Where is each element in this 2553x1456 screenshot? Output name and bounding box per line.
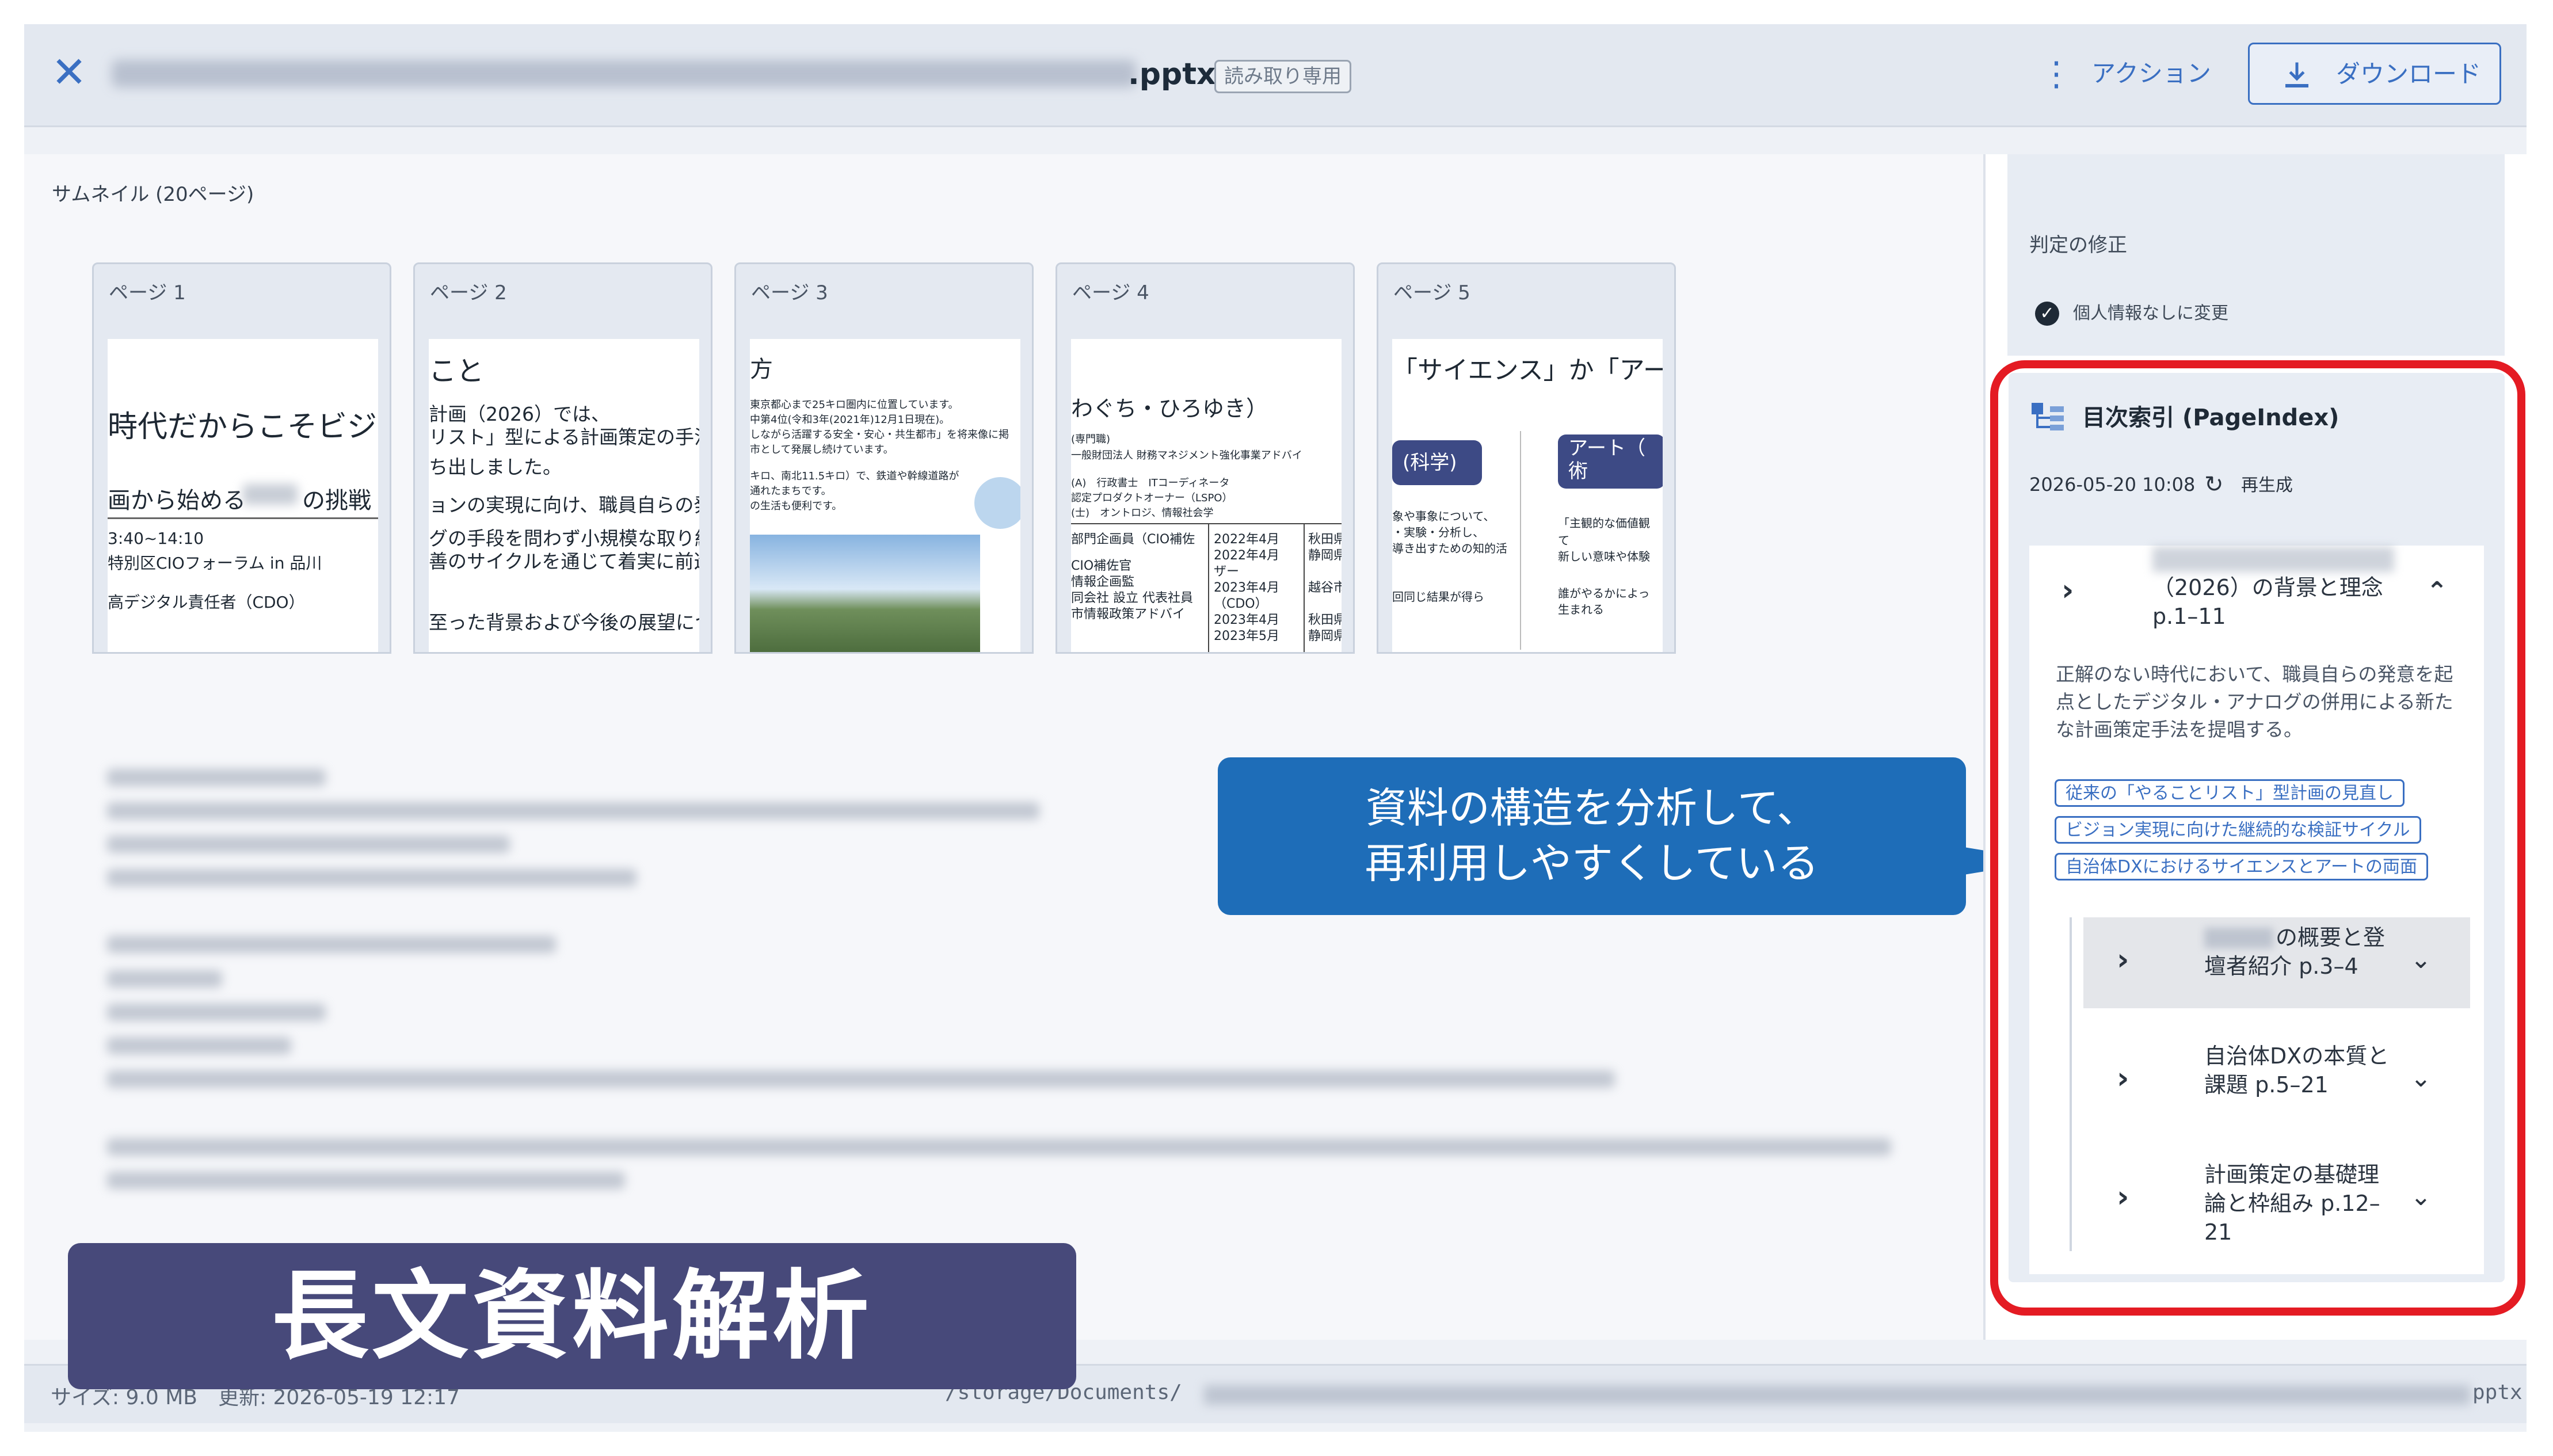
file-path-ext: pptx: [2472, 1381, 2522, 1404]
thumb-text: 通れたまちです。: [750, 485, 832, 497]
thumbnail-image: 「サイエンス」か「アー (科学) アート（ 術 象や事象について、 ・実験・分析…: [1392, 339, 1663, 652]
thumb-text: 善のサイクルを通じて着実に前進: [429, 550, 699, 573]
thumb-text: の生活も便利です。: [750, 500, 843, 512]
thumb-text: 中第4位(令和3年(2021年)12月1日現在)。: [750, 414, 950, 426]
filename-redacted: [112, 60, 1136, 87]
change-to-no-personal-info-button[interactable]: 個人情報なしに変更: [2073, 302, 2228, 326]
thumb-text: 越谷市: [1308, 581, 1342, 595]
thumb-text: 術: [1568, 460, 1588, 483]
divider: [1520, 431, 1521, 650]
thumb-text: 生まれる: [1558, 603, 1604, 616]
thumb-text: 静岡県: [1308, 629, 1342, 643]
thumb-text: わぐち・ひろゆき）: [1071, 396, 1268, 421]
thumb-text: 静岡県: [1308, 548, 1342, 563]
thumb-text: 3:40~14:10: [108, 529, 204, 548]
thumb-text: 方: [750, 356, 773, 383]
readonly-badge: 読み取り専用: [1214, 60, 1351, 93]
thumb-text: ・実験・分析し、: [1392, 525, 1484, 539]
filename-extension: .pptx: [1128, 57, 1216, 92]
thumb-text: (士) オントロジ、情報社会学: [1071, 507, 1214, 519]
thumb-text: 東京都心まで25キロ圏内に位置しています。: [750, 399, 959, 411]
judgement-title: 判定の修正: [2029, 234, 2127, 257]
thumbnail-label: ページ 4: [1072, 281, 1149, 304]
thumbnail-label: ページ 2: [430, 281, 507, 304]
thumb-text: 市として発展し続けています。: [750, 444, 894, 456]
thumb-pill: アート（ 術: [1558, 434, 1663, 489]
thumb-text: 象や事象について、: [1392, 509, 1495, 523]
thumbnail-section-title: サムネイル (20ページ): [52, 183, 254, 206]
action-menu-button[interactable]: アクション: [2091, 56, 2211, 91]
thumb-text: 誰がやるかによっ: [1558, 586, 1650, 600]
thumb-text: (専門職): [1071, 433, 1111, 445]
thumb-text: 部門企画員（CIO補佐: [1071, 532, 1195, 547]
thumbnail-image: 方 東京都心まで25キロ圏内に位置しています。 中第4位(令和3年(2021年)…: [750, 339, 1020, 652]
thumb-text: 回同じ結果が得ら: [1392, 590, 1484, 604]
landscape-photo: [750, 535, 980, 652]
thumb-text: 新しい意味や体験: [1558, 550, 1650, 563]
thumb-text: 導き出すための知的活: [1392, 542, 1507, 555]
annotation-callout: 資料の構造を分析して、 再利用しやすくしている: [1218, 757, 1966, 915]
callout-line: 資料の構造を分析して、: [1365, 784, 1819, 832]
feature-banner: 長文資料解析: [68, 1243, 1076, 1389]
decorative-shape: [974, 477, 1020, 529]
thumb-text: 一般財団法人 財務マネジメント強化事業アドバイ: [1071, 449, 1302, 462]
thumb-text: 時代だからこそビジョ: [108, 410, 378, 444]
file-path-redacted: [1204, 1385, 2470, 1405]
thumbnail-image: 時代だからこそビジョ 画から始める の挑戦 3:40~14:10 特別区CIOフ…: [108, 339, 378, 652]
thumbnail-label: ページ 3: [751, 281, 828, 304]
table-rule: [1208, 524, 1209, 652]
thumbnail-page-2[interactable]: ページ 2 こと 計画（2026）では、 リスト」型による計画策定の手法 ち出し…: [413, 262, 712, 654]
thumb-text: 認定プロダクトオーナー（LSPO）: [1071, 492, 1233, 504]
thumb-text: 市情報政策アドバイ: [1071, 607, 1186, 622]
redacted-text: [243, 484, 298, 505]
thumb-text: しながら活躍する安全・安心・共生都市」を将来像に掲: [750, 429, 1009, 441]
thumb-text: 至った背景および今後の展望につ: [429, 611, 699, 634]
thumb-text: 特別区CIOフォーラム in 品川: [108, 554, 322, 573]
table-rule: [1071, 523, 1342, 524]
thumbnail-page-1[interactable]: ページ 1 時代だからこそビジョ 画から始める の挑戦 3:40~14:10 特…: [92, 262, 391, 654]
download-icon: [2285, 62, 2308, 87]
thumb-text: の挑戦: [302, 487, 371, 514]
thumb-text: 2023年5月: [1214, 629, 1279, 643]
thumb-text: 高デジタル責任者（CDO）: [108, 593, 305, 612]
thumb-text: て: [1558, 533, 1569, 547]
thumbnail-label: ページ 1: [109, 281, 186, 304]
thumb-text: こと: [429, 355, 485, 387]
thumbnail-label: ページ 5: [1393, 281, 1470, 304]
thumbnail-page-5[interactable]: ページ 5 「サイエンス」か「アー (科学) アート（ 術 象や事象について、 …: [1377, 262, 1676, 654]
download-button[interactable]: ダウンロード: [2248, 43, 2501, 105]
close-icon[interactable]: ✕: [47, 51, 91, 94]
thumbnail-page-3[interactable]: ページ 3 方 東京都心まで25キロ圏内に位置しています。 中第4位(令和3年(…: [734, 262, 1034, 654]
highlight-frame: [1990, 360, 2525, 1316]
thumb-pill: (科学): [1392, 440, 1482, 485]
thumb-text: 「主観的な価値観: [1558, 516, 1650, 530]
callout-line: 再利用しやすくしている: [1365, 839, 1819, 887]
thumb-text: キロ、南北11.5キロ）で、鉄道や幹線道路が: [750, 470, 959, 482]
kebab-menu-icon[interactable]: ⋮: [2040, 55, 2073, 92]
download-label: ダウンロード: [2336, 60, 2482, 88]
thumb-text: 「サイエンス」か「アー: [1392, 356, 1663, 385]
thumb-text: 画から始める: [108, 487, 246, 514]
check-circle-icon[interactable]: ✓: [2035, 302, 2059, 326]
thumb-text: (A) 行政書士 ITコーディネータ: [1071, 477, 1230, 489]
thumb-text: リスト」型による計画策定の手法: [429, 426, 699, 448]
divider: [108, 517, 378, 519]
thumb-text: ョンの実現に向け、職員自らの発: [429, 494, 699, 516]
thumbnail-image: こと 計画（2026）では、 リスト」型による計画策定の手法 ち出しました。 ョ…: [429, 339, 699, 652]
table-rule: [1304, 524, 1305, 652]
thumbnail-page-4[interactable]: ページ 4 わぐち・ひろゆき） (専門職) 一般財団法人 財務マネジメント強化事…: [1056, 262, 1355, 654]
thumb-text: アート（: [1568, 437, 1645, 460]
thumbnail-image: わぐち・ひろゆき） (専門職) 一般財団法人 財務マネジメント強化事業アドバイ …: [1071, 339, 1342, 652]
thumb-text: ち出しました。: [429, 456, 562, 478]
